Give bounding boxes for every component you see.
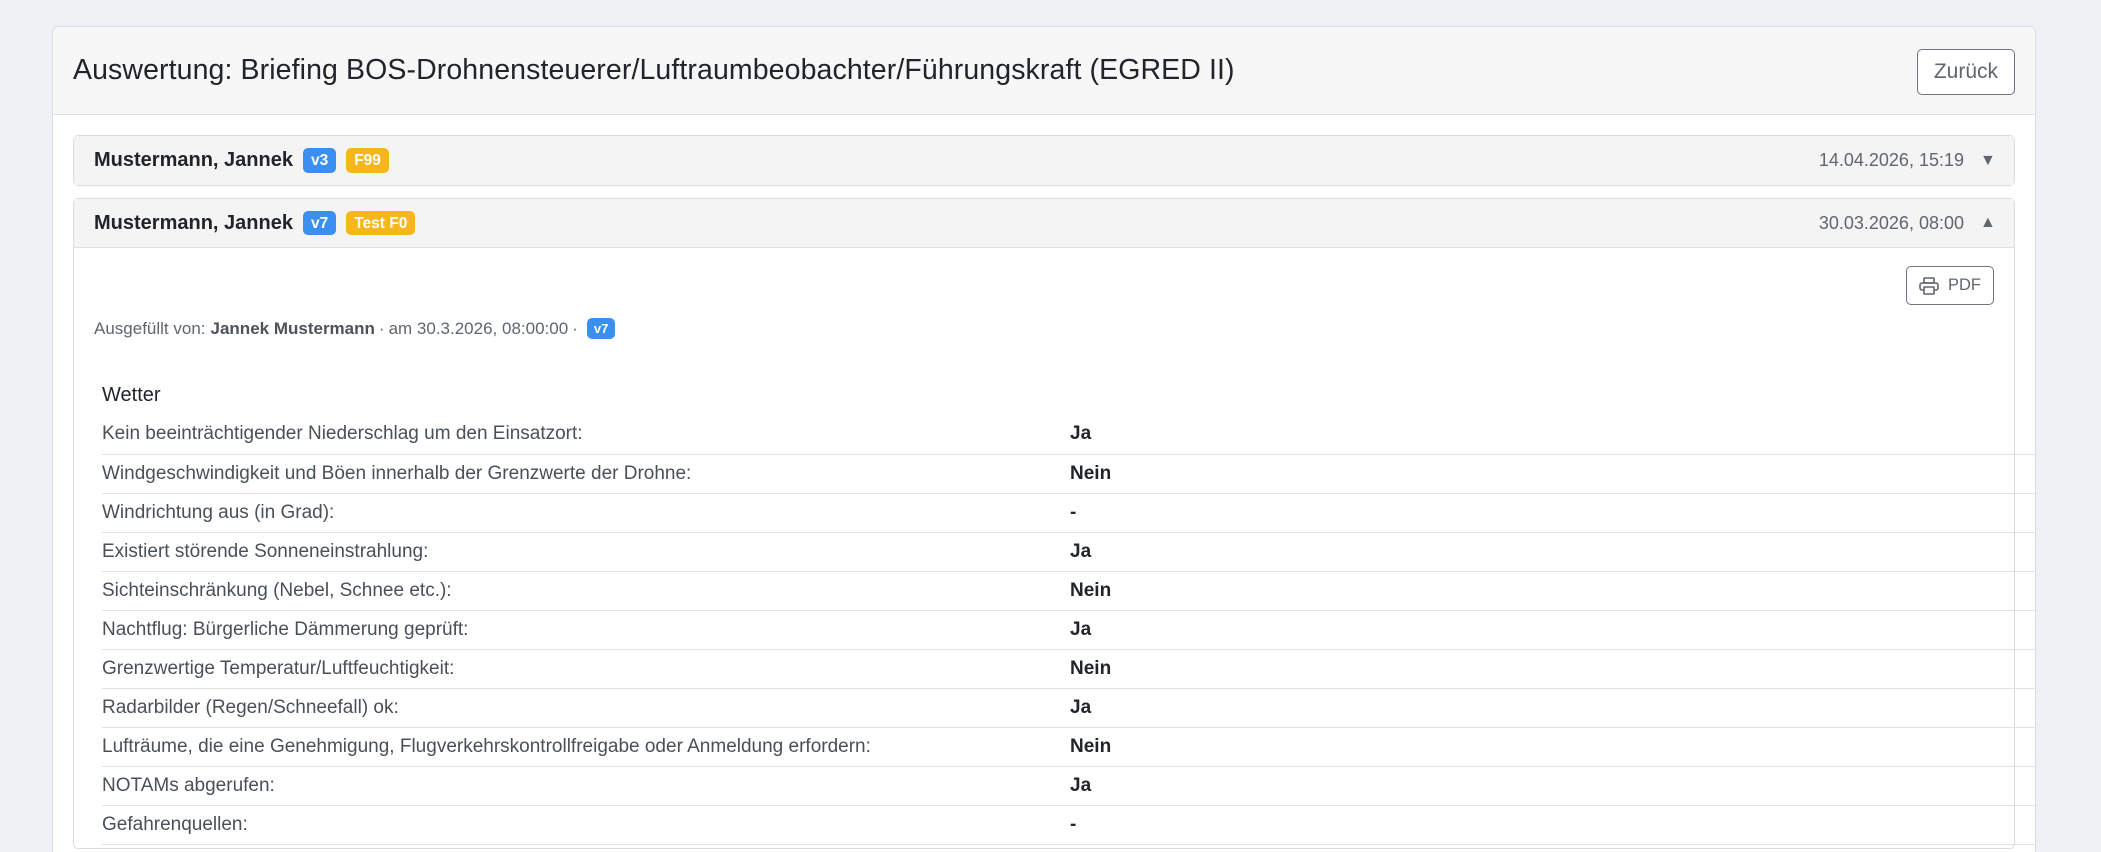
evaluation-card: Auswertung: Briefing BOS-Drohnensteuerer…: [52, 26, 2036, 852]
submission-item: Mustermann, Jannek v3 F99 14.04.2026, 15…: [73, 135, 2015, 186]
table-row: Sichteinschränkung (Nebel, Schnee etc.):…: [102, 571, 2035, 611]
filled-by-prefix: Ausgefüllt von:: [94, 318, 206, 338]
card-body: Mustermann, Jannek v3 F99 14.04.2026, 15…: [53, 115, 2035, 849]
table-row: Grenzwertige Temperatur/Luftfeuchtigkeit…: [102, 649, 2035, 689]
submission-header-toggle[interactable]: Mustermann, Jannek v3 F99 14.04.2026, 15…: [74, 136, 2014, 185]
version-badge: v7: [586, 318, 616, 339]
separator: ·: [378, 318, 385, 338]
submission-datetime: 14.04.2026, 15:19: [1818, 150, 1964, 170]
tag-badge: F99: [346, 148, 389, 173]
pdf-button-label: PDF: [1948, 276, 1981, 294]
answer-value: Nein: [1070, 571, 2035, 611]
version-badge: v3: [302, 148, 337, 173]
table-row: Kein beeinträchtigender Niederschlag um …: [102, 415, 2035, 455]
submission-datetime: 30.03.2026, 08:00: [1818, 212, 1964, 233]
submission-item: Mustermann, Jannek v7 Test F0 30.03.2026…: [73, 198, 2035, 849]
question-label: Windgeschwindigkeit und Böen innerhalb d…: [102, 454, 1070, 494]
question-label: Kein beeinträchtigender Niederschlag um …: [102, 415, 1070, 455]
section-title: Wetter: [102, 384, 161, 406]
printer-icon: [1919, 276, 1939, 295]
filled-date: am 30.3.2026, 08:00:00: [388, 318, 569, 338]
question-label: Nachtflug: Bürgerliche Dämmerung geprüft…: [102, 610, 1070, 650]
page-title: Auswertung: Briefing BOS-Drohnensteuerer…: [73, 54, 1235, 86]
version-badge: v7: [302, 210, 337, 236]
pdf-button[interactable]: PDF: [1906, 266, 1994, 305]
filled-by-line: Ausgefüllt von: Jannek Mustermann · am 3…: [94, 318, 616, 339]
answer-value: Ja: [1070, 766, 2035, 806]
caret-down-icon: ▼: [1980, 151, 1996, 169]
submitter-name: Mustermann, Jannek: [94, 149, 293, 171]
table-row: Windgeschwindigkeit und Böen innerhalb d…: [102, 454, 2035, 494]
answer-value: Ja: [1070, 610, 2035, 650]
table-row: Windrichtung aus (in Grad): -: [102, 493, 2035, 533]
filled-by-person: Jannek Mustermann: [210, 318, 375, 338]
question-label: Lufträume, die eine Genehmigung, Flugver…: [102, 727, 1070, 767]
question-label: Gefahrenquellen:: [102, 805, 1070, 845]
question-label: Windrichtung aus (in Grad):: [102, 493, 1070, 533]
table-row: Lufträume, die eine Genehmigung, Flugver…: [102, 727, 2035, 767]
submitter-name: Mustermann, Jannek: [94, 211, 293, 234]
answer-value: Nein: [1070, 454, 2035, 494]
table-row: NOTAMs abgerufen: Ja: [102, 766, 2035, 806]
question-label: Sichteinschränkung (Nebel, Schnee etc.):: [102, 571, 1070, 611]
answer-value: Ja: [1070, 532, 2035, 572]
back-button[interactable]: Zurück: [1916, 48, 2015, 95]
answer-value: Nein: [1070, 649, 2035, 689]
answer-value: Nein: [1070, 727, 2035, 767]
answer-value: Ja: [1070, 415, 2035, 455]
card-header: Auswertung: Briefing BOS-Drohnensteuerer…: [53, 27, 2035, 115]
question-label: Existiert störende Sonneneinstrahlung:: [102, 532, 1070, 572]
table-row: Nachtflug: Bürgerliche Dämmerung geprüft…: [102, 610, 2035, 650]
separator: ·: [572, 318, 578, 338]
answer-value: -: [1070, 805, 2035, 845]
question-label: Radarbilder (Regen/Schneefall) ok:: [102, 688, 1070, 728]
submission-header-toggle[interactable]: Mustermann, Jannek v7 Test F0 30.03.2026…: [74, 199, 2014, 248]
answer-value: -: [1070, 493, 2035, 533]
caret-up-icon: ▲: [1980, 214, 1996, 231]
answers-table: Kein beeinträchtigender Niederschlag um …: [102, 415, 2035, 845]
table-row: Existiert störende Sonneneinstrahlung: Ja: [102, 532, 2035, 572]
submission-details: PDF Ausgefüllt von: Jannek Mustermann · …: [74, 248, 2035, 848]
table-row: Gefahrenquellen: -: [102, 805, 2035, 845]
answer-value: Ja: [1070, 688, 2035, 728]
question-label: Grenzwertige Temperatur/Luftfeuchtigkeit…: [102, 649, 1070, 689]
question-label: NOTAMs abgerufen:: [102, 766, 1070, 806]
table-row: Radarbilder (Regen/Schneefall) ok: Ja: [102, 688, 2035, 728]
tag-badge: Test F0: [346, 210, 416, 236]
